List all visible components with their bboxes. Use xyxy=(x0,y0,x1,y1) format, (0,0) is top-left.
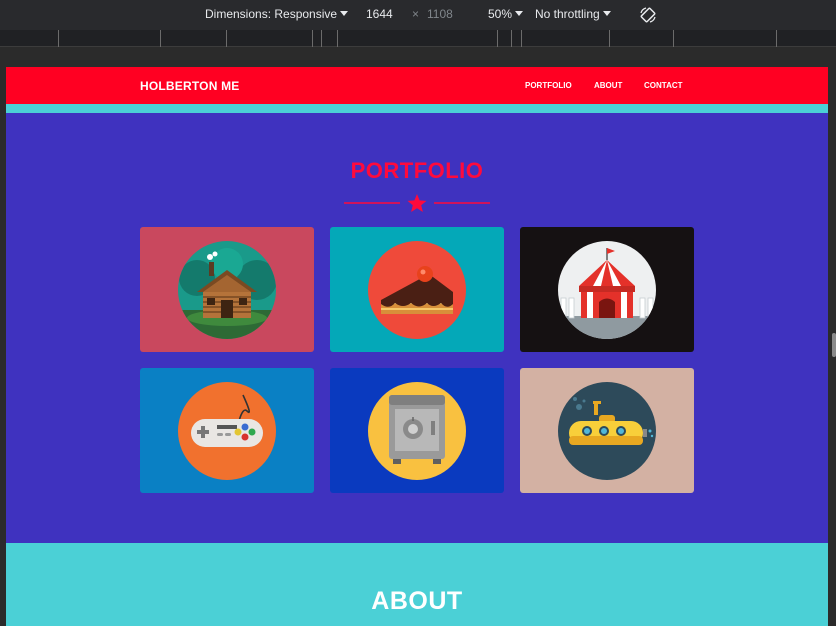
nav-link-about[interactable]: ABOUT xyxy=(594,81,622,90)
chevron-down-icon xyxy=(602,11,611,16)
portfolio-tile-gamepad[interactable] xyxy=(140,368,314,493)
chevron-down-icon xyxy=(340,11,349,16)
portfolio-tile-cake[interactable] xyxy=(330,227,504,352)
gamepad-icon xyxy=(178,382,276,480)
zoom-label: 50% xyxy=(488,7,513,21)
devtools-toolbar: Dimensions: Responsive 1644 × 1108 50% N… xyxy=(0,0,836,30)
nav-link-contact[interactable]: CONTACT xyxy=(644,81,683,90)
cake-icon xyxy=(368,241,466,339)
dimensions-label: Dimensions: Responsive xyxy=(205,7,338,21)
media-query-ruler[interactable] xyxy=(0,30,836,47)
dimensions-dropdown[interactable]: Dimensions: Responsive xyxy=(205,7,349,21)
throttling-label: No throttling xyxy=(535,7,600,21)
portfolio-tile-cabin[interactable] xyxy=(140,227,314,352)
page-viewport: HOLBERTON ME PORTFOLIO ABOUT CONTACT POR… xyxy=(6,67,828,626)
resize-handle[interactable] xyxy=(832,333,836,357)
width-input[interactable]: 1644 xyxy=(366,7,393,21)
devtools-gap xyxy=(0,47,836,67)
throttling-dropdown[interactable]: No throttling xyxy=(535,7,611,21)
cabin-icon xyxy=(178,241,276,339)
star-icon xyxy=(407,194,427,212)
about-title: ABOUT xyxy=(371,587,463,615)
times-symbol: × xyxy=(412,7,420,21)
chevron-down-icon xyxy=(515,11,524,16)
nav-accent-stripe xyxy=(6,104,828,113)
navbar: HOLBERTON ME PORTFOLIO ABOUT CONTACT xyxy=(6,67,828,104)
portfolio-tile-circus[interactable] xyxy=(520,227,694,352)
submarine-icon xyxy=(558,382,656,480)
portfolio-tile-safe[interactable] xyxy=(330,368,504,493)
portfolio-title: PORTFOLIO xyxy=(350,158,484,183)
height-input[interactable]: 1108 xyxy=(427,7,453,21)
portfolio-section: PORTFOLIO xyxy=(6,113,828,543)
rotate-icon[interactable] xyxy=(639,6,657,24)
title-divider xyxy=(344,194,490,212)
circus-tent-icon xyxy=(558,241,656,339)
safe-icon xyxy=(368,382,466,480)
brand-logo[interactable]: HOLBERTON ME xyxy=(140,79,240,93)
portfolio-tile-submarine[interactable] xyxy=(520,368,694,493)
nav-link-portfolio[interactable]: PORTFOLIO xyxy=(525,81,572,90)
zoom-dropdown[interactable]: 50% xyxy=(488,7,524,21)
about-section: ABOUT xyxy=(6,543,828,626)
